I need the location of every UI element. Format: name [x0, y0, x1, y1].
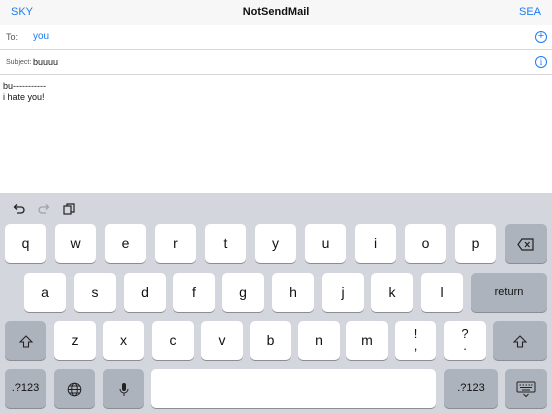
key-e[interactable]: e — [105, 224, 146, 263]
to-recipient[interactable]: you — [33, 31, 49, 42]
info-icon[interactable]: i — [535, 56, 547, 68]
message-body[interactable]: bu----------- i hate you! — [3, 81, 543, 103]
mail-compose-screen: SKY NotSendMail SEA To: you + Subject: b… — [0, 0, 552, 414]
sea-button[interactable]: SEA — [519, 6, 541, 18]
keyboard-dismiss-icon — [516, 381, 536, 398]
add-contact-icon[interactable]: + — [535, 31, 547, 43]
space-bar[interactable] — [151, 369, 436, 408]
key-x[interactable]: x — [103, 321, 144, 360]
key-c[interactable]: c — [152, 321, 194, 360]
key-r[interactable]: r — [155, 224, 196, 263]
key-q[interactable]: q — [5, 224, 46, 263]
key-z[interactable]: z — [54, 321, 96, 360]
app-title: NotSendMail — [242, 6, 310, 18]
backspace-icon — [517, 238, 534, 251]
on-screen-keyboard: q w e r t y u i o p a s d f g h j k l re… — [0, 193, 552, 414]
paste-icon[interactable] — [62, 202, 76, 216]
key-h[interactable]: h — [272, 273, 314, 312]
subject-label: Subject: — [6, 59, 32, 66]
body-line: bu----------- — [3, 81, 46, 91]
key-g[interactable]: g — [222, 273, 264, 312]
numbers-key-right[interactable]: .?123 — [444, 369, 498, 408]
key-u[interactable]: u — [305, 224, 346, 263]
key-i[interactable]: i — [355, 224, 396, 263]
to-field-row[interactable]: To: you + — [0, 25, 552, 49]
microphone-icon — [119, 382, 128, 396]
key-t[interactable]: t — [205, 224, 246, 263]
key-j[interactable]: j — [322, 273, 364, 312]
key-bottom-char: . — [463, 338, 467, 353]
numbers-key-left[interactable]: .?123 — [5, 369, 46, 408]
dictation-key[interactable] — [103, 369, 144, 408]
key-w[interactable]: w — [55, 224, 96, 263]
divider — [0, 74, 552, 75]
key-m[interactable]: m — [346, 321, 388, 360]
globe-icon — [67, 382, 82, 397]
to-label: To: — [6, 32, 19, 42]
shift-icon — [512, 335, 528, 348]
key-s[interactable]: s — [74, 273, 116, 312]
key-f[interactable]: f — [173, 273, 215, 312]
body-line: i hate you! — [3, 92, 45, 102]
subject-input[interactable]: buuuu — [33, 57, 58, 67]
shift-icon — [18, 335, 33, 348]
key-d[interactable]: d — [124, 273, 166, 312]
navigation-bar: SKY NotSendMail SEA — [0, 0, 552, 26]
key-l[interactable]: l — [421, 273, 463, 312]
subject-field-row[interactable]: Subject: buuuu i — [0, 50, 552, 74]
shift-key-left[interactable] — [5, 321, 46, 360]
key-bottom-char: , — [413, 338, 418, 353]
key-a[interactable]: a — [24, 273, 66, 312]
key-b[interactable]: b — [250, 321, 291, 360]
key-p[interactable]: p — [455, 224, 496, 263]
globe-key[interactable] — [54, 369, 95, 408]
key-v[interactable]: v — [201, 321, 243, 360]
dismiss-keyboard-key[interactable] — [505, 369, 547, 408]
backspace-key[interactable] — [505, 224, 547, 263]
undo-icon[interactable] — [12, 202, 26, 216]
shift-key-right[interactable] — [493, 321, 547, 360]
keyboard-shortcut-bar — [0, 193, 552, 223]
key-n[interactable]: n — [298, 321, 340, 360]
key-o[interactable]: o — [405, 224, 446, 263]
return-key[interactable]: return — [471, 273, 547, 312]
key-y[interactable]: y — [255, 224, 296, 263]
redo-icon[interactable] — [37, 202, 51, 216]
key-k[interactable]: k — [371, 273, 413, 312]
key-question-period[interactable]: ? . — [444, 321, 486, 360]
key-exclamation-comma[interactable]: ! , — [395, 321, 436, 360]
